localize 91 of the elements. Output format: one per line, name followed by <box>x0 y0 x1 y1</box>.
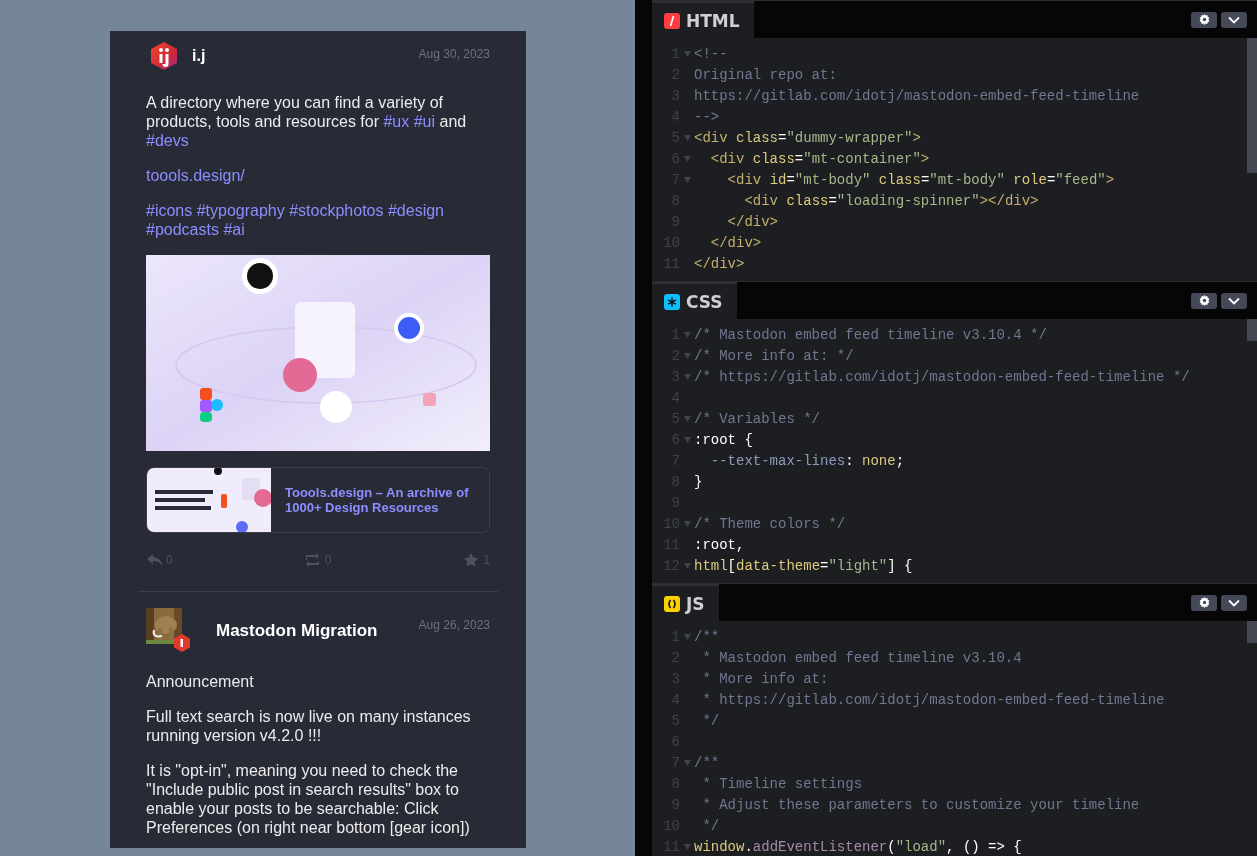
code-line: --text-max-lines: none; <box>709 452 905 469</box>
parentheses-icon <box>664 595 680 612</box>
repeat-icon <box>304 552 321 568</box>
code-line: /** <box>694 628 720 645</box>
code-line: * Mastodon embed feed timeline v3.10.4 <box>701 649 1022 666</box>
settings-icon <box>1198 597 1210 608</box>
splitter-bar[interactable] <box>635 0 652 856</box>
asterisk-icon <box>664 293 680 310</box>
code-line: <div class="loading-spinner"></div> <box>743 192 1039 209</box>
link-preview-card[interactable]: Toools.design – An archive of 1000+ Design Resources <box>146 467 490 533</box>
hashtag-link[interactable]: #ai <box>223 221 245 238</box>
hashtag-link[interactable]: #icons <box>146 202 193 219</box>
code-line: <div id="mt-body" class="mt-body" role="feed"> <box>726 171 1115 188</box>
post-text: Full text search is now live on many instances running version v4.2.0 !!! <box>146 707 472 745</box>
scrollbar-thumb[interactable] <box>1247 319 1257 341</box>
editor-tab[interactable]: JS <box>652 584 719 621</box>
code-line: html[data-theme="light"] { <box>694 557 913 574</box>
fold-icon[interactable] <box>683 415 691 422</box>
fold-icon[interactable] <box>683 331 691 338</box>
code-line: </div> <box>694 255 745 272</box>
post-date[interactable]: Aug 30, 2023 <box>418 47 490 61</box>
code-line: https://gitlab.com/idotj/mastodon-embed-feed-timeline <box>694 87 1140 104</box>
hashtag-link[interactable]: #ui <box>413 113 436 130</box>
code-line: /** <box>694 754 720 771</box>
code-line: window.addEventListener("load", () => { <box>694 838 1022 855</box>
code-line: <!-- <box>694 45 728 62</box>
collapse-button[interactable] <box>1221 11 1247 28</box>
fold-icon[interactable] <box>683 373 691 380</box>
code-line: /* https://gitlab.com/idotj/mastodon-embed-feed-timeline */ <box>694 368 1190 385</box>
settings-button[interactable] <box>1191 594 1217 611</box>
code-line: </div> <box>726 213 778 230</box>
chevron-down-icon <box>1228 15 1240 24</box>
hashtag-link[interactable]: #podcasts <box>146 221 219 238</box>
hashtag-link[interactable]: #ux <box>383 113 410 130</box>
fold-icon[interactable] <box>683 759 691 766</box>
scrollbar-thumb[interactable] <box>1247 621 1257 643</box>
post-text: A directory where you can find a variety of products, tools and resources for #ux #ui and #devs <box>146 93 468 150</box>
editor-tab[interactable]: HTML <box>652 1 754 38</box>
fold-icon[interactable] <box>683 633 691 640</box>
settings-icon <box>1198 295 1210 306</box>
avatar-icon <box>150 41 178 71</box>
code-line: /* Theme colors */ <box>694 515 846 532</box>
code-line: } <box>694 473 703 490</box>
web-link[interactable]: toools.design/ <box>146 167 245 184</box>
hashtag-link[interactable]: #design <box>387 202 444 219</box>
hashtag-link[interactable]: #devs <box>146 132 189 149</box>
fold-icon[interactable] <box>683 134 691 141</box>
settings-icon <box>1198 14 1210 25</box>
scrollbar-thumb[interactable] <box>1247 38 1257 173</box>
code-line: </div> <box>709 234 762 251</box>
preview-title[interactable]: Toools.design – An archive of 1000+ Design Resources <box>271 485 489 515</box>
fold-icon[interactable] <box>683 155 691 162</box>
code-line: <div class="mt-container"> <box>709 150 930 167</box>
code-line: */ <box>701 817 720 834</box>
collapse-button[interactable] <box>1221 594 1247 611</box>
reply-icon <box>146 552 162 568</box>
fold-icon[interactable] <box>683 436 691 443</box>
collapse-button[interactable] <box>1221 292 1247 309</box>
editor-tab[interactable]: CSS <box>652 282 737 319</box>
chevron-down-icon <box>1228 598 1240 607</box>
code-line: * More info at: <box>701 670 829 687</box>
code-line: Original repo at: <box>694 66 837 83</box>
code-line: * Timeline settings <box>701 775 863 792</box>
chevron-down-icon <box>1228 296 1240 305</box>
post-text: It is "opt-in", meaning you need to check the "Include public post in search results" box to enable your posts to be searchable: Click Preferences (on right near bottom [gear icon]) <box>146 761 471 837</box>
code-line: :root, <box>694 536 745 553</box>
code-line: <div class="dummy-wrapper"> <box>694 129 921 146</box>
star-icon <box>463 552 480 568</box>
code-line: * https://gitlab.com/idotj/mastodon-embed-feed-timeline <box>701 691 1165 708</box>
code-line: /* Mastodon embed feed timeline v3.10.4 */ <box>694 326 1047 343</box>
post-date[interactable]: Aug 26, 2023 <box>418 618 490 632</box>
fold-icon[interactable] <box>683 50 691 57</box>
slash-icon <box>664 12 680 29</box>
post-text: Announcement <box>146 672 255 691</box>
settings-button[interactable] <box>1191 11 1217 28</box>
fold-icon[interactable] <box>683 562 691 569</box>
hashtag-link[interactable]: #stockphotos <box>289 202 384 219</box>
code-line: /* More info at: */ <box>694 347 854 364</box>
author-name[interactable]: i.j <box>192 47 405 65</box>
code-line: --> <box>694 108 720 125</box>
fold-icon[interactable] <box>683 176 691 183</box>
fold-icon[interactable] <box>683 352 691 359</box>
code-line: * Adjust these parameters to customize your timeline <box>701 796 1140 813</box>
fold-icon[interactable] <box>683 843 691 850</box>
code-line: */ <box>701 712 720 729</box>
code-line: :root { <box>694 431 753 448</box>
author-name[interactable]: Mastodon Migration <box>216 621 405 641</box>
fold-icon[interactable] <box>683 520 691 527</box>
settings-button[interactable] <box>1191 292 1217 309</box>
code-line: /* Variables */ <box>694 410 821 427</box>
hashtag-link[interactable]: #typography <box>196 202 285 219</box>
